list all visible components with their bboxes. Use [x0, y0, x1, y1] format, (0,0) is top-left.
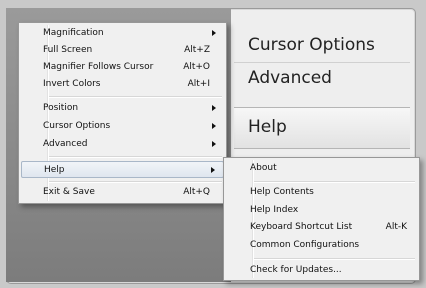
submenu-item-common-configurations[interactable]: Common Configurations — [226, 237, 417, 254]
menu-item-shortcut: Alt+Q — [183, 187, 210, 197]
menu-item-label: Advanced — [43, 139, 88, 149]
menu-item-label: Common Configurations — [250, 240, 360, 250]
menu-item-label: Cursor Options — [43, 121, 111, 131]
menu-item-label: Position — [43, 103, 79, 113]
menu-item-position[interactable]: Position — [21, 100, 224, 117]
submenu-arrow-icon — [212, 105, 216, 111]
menu-separator — [254, 181, 415, 183]
submenu-item-about[interactable]: About — [226, 160, 417, 177]
submenu-item-help-index[interactable]: Help Index — [226, 202, 417, 219]
menu-separator — [49, 96, 222, 98]
menu-separator — [49, 181, 222, 183]
menu-item-label: Keyboard Shortcut List — [250, 222, 353, 232]
bg-item-advanced[interactable]: Advanced — [232, 68, 408, 88]
main-menu: Magnification Full Screen Alt+Z Magnifie… — [18, 22, 227, 204]
menu-item-shortcut: Alt+Z — [184, 45, 210, 55]
menu-item-shortcut: Alt+I — [187, 79, 210, 89]
menu-item-label: Help — [44, 165, 65, 175]
bg-item-label: Cursor Options — [248, 35, 375, 55]
menu-item-label: Help Index — [250, 205, 299, 215]
submenu-arrow-icon — [212, 30, 216, 36]
menu-item-invert-colors[interactable]: Invert Colors Alt+I — [21, 76, 224, 93]
menu-item-label: Magnification — [43, 28, 104, 38]
menu-item-exit-save[interactable]: Exit & Save Alt+Q — [21, 184, 224, 201]
menu-item-label: Magnifier Follows Cursor — [43, 62, 154, 72]
menu-item-shortcut: Alt-K — [385, 222, 407, 232]
menu-item-label: Invert Colors — [43, 79, 101, 89]
menu-item-magnification[interactable]: Magnification — [21, 25, 224, 42]
menu-item-label: Full Screen — [43, 45, 93, 55]
menu-item-label: About — [250, 163, 277, 173]
menu-separator — [254, 258, 415, 260]
submenu-item-keyboard-shortcut-list[interactable]: Keyboard Shortcut List Alt-K — [226, 219, 417, 236]
menu-item-label: Help Contents — [250, 187, 314, 197]
help-submenu: About Help Contents Help Index Keyboard … — [223, 157, 420, 281]
menu-item-advanced[interactable]: Advanced — [21, 136, 224, 153]
submenu-item-check-updates[interactable]: Check for Updates... — [226, 262, 417, 279]
bg-item-cursor-options[interactable]: Cursor Options — [232, 35, 408, 55]
bg-divider — [234, 62, 410, 63]
menu-item-shortcut: Alt+O — [183, 62, 210, 72]
menu-item-help[interactable]: Help — [21, 161, 224, 178]
menu-item-cursor-options[interactable]: Cursor Options — [21, 118, 224, 135]
menu-separator — [49, 156, 222, 158]
menu-item-full-screen[interactable]: Full Screen Alt+Z — [21, 42, 224, 59]
submenu-arrow-icon — [212, 123, 216, 129]
menu-item-magnifier-follows-cursor[interactable]: Magnifier Follows Cursor Alt+O — [21, 59, 224, 76]
menu-item-label: Check for Updates... — [250, 265, 342, 275]
menu-item-label: Exit & Save — [43, 187, 95, 197]
bg-item-label: Help — [248, 117, 287, 137]
submenu-arrow-icon — [212, 141, 216, 147]
bg-item-label: Advanced — [248, 68, 332, 88]
bg-item-help-text: Help — [232, 117, 408, 137]
submenu-arrow-icon — [211, 167, 215, 173]
submenu-item-help-contents[interactable]: Help Contents — [226, 184, 417, 201]
